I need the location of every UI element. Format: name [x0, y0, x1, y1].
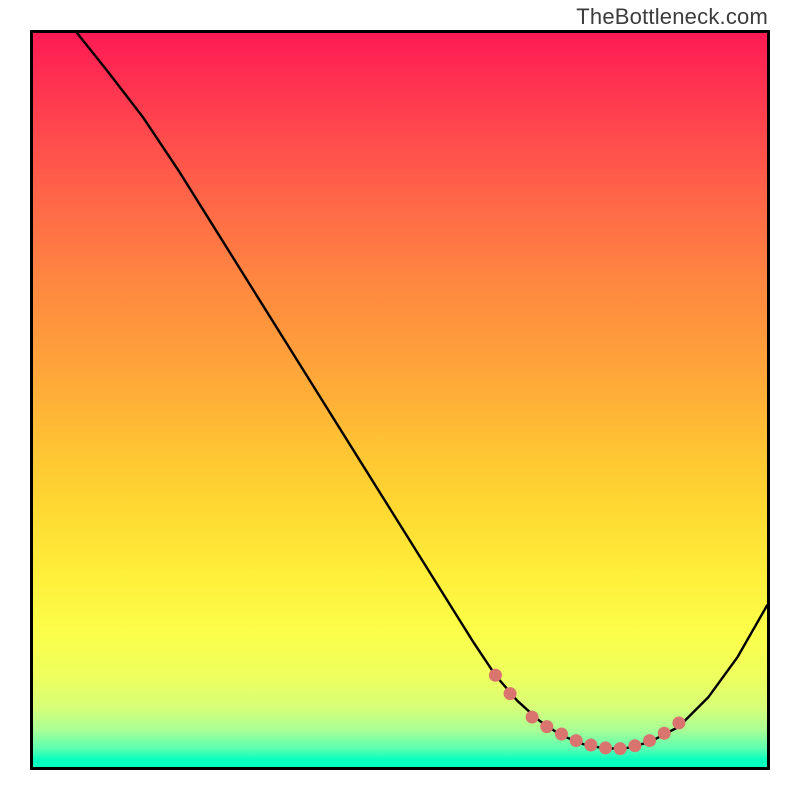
curve-marker — [628, 739, 641, 752]
curve-marker — [584, 738, 597, 751]
bottleneck-curve — [77, 33, 767, 749]
curve-marker — [643, 734, 656, 747]
chart-frame: TheBottleneck.com — [0, 0, 800, 800]
curve-layer — [33, 33, 767, 767]
curve-marker — [540, 720, 553, 733]
plot-area — [30, 30, 770, 770]
curve-marker — [614, 742, 627, 755]
curve-marker — [555, 727, 568, 740]
curve-marker — [658, 727, 671, 740]
watermark-text: TheBottleneck.com — [576, 4, 768, 30]
curve-marker — [526, 711, 539, 724]
curve-marker — [570, 734, 583, 747]
curve-marker — [489, 669, 502, 682]
curve-marker — [599, 741, 612, 754]
marker-group — [489, 669, 685, 755]
curve-marker — [672, 716, 685, 729]
curve-marker — [504, 687, 517, 700]
